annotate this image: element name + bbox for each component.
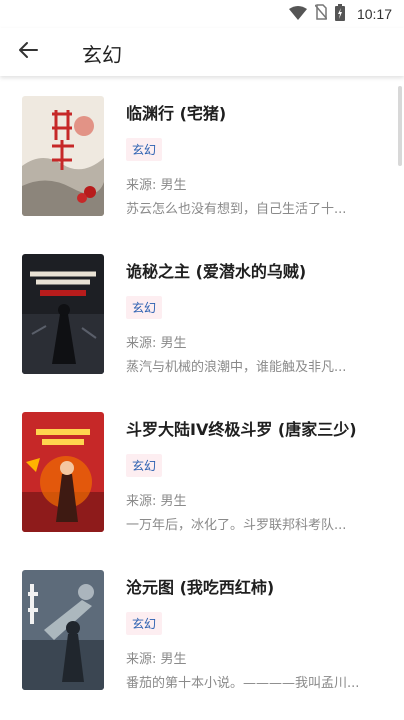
book-item[interactable]: 诡秘之主 (爱潜水的乌贼) 玄幻 来源: 男生 蒸汽与机械的浪潮中，谁能触及非凡… bbox=[0, 234, 392, 384]
book-source: 来源: 男生 bbox=[126, 336, 187, 351]
book-list[interactable]: 临渊行 (宅猪) 玄幻 来源: 男生 苏云怎么也没有想到，自己生活了十... 诡… bbox=[0, 76, 404, 720]
book-title: 沧元图 (我吃西红柿) bbox=[126, 578, 275, 597]
battery-icon bbox=[334, 3, 345, 25]
status-icons: 10:17 bbox=[288, 3, 392, 25]
book-source: 来源: 男生 bbox=[126, 652, 187, 667]
page-title: 玄幻 bbox=[82, 43, 122, 67]
status-bar: 10:17 bbox=[0, 0, 404, 28]
book-description: 蒸汽与机械的浪潮中，谁能触及非凡... bbox=[126, 360, 347, 375]
no-sim-icon bbox=[314, 4, 328, 24]
app-bar: 玄幻 bbox=[0, 28, 404, 76]
wifi-icon bbox=[288, 5, 307, 24]
back-button[interactable] bbox=[14, 38, 42, 66]
book-cover bbox=[22, 570, 104, 690]
genre-tag: 玄幻 bbox=[126, 454, 163, 477]
arrow-left-icon bbox=[18, 41, 38, 63]
book-title: 斗罗大陆IV终极斗罗 (唐家三少) bbox=[126, 420, 357, 439]
book-cover bbox=[22, 412, 104, 532]
book-description: 一万年后，冰化了。斗罗联邦科考队... bbox=[126, 518, 347, 533]
genre-tag: 玄幻 bbox=[126, 612, 163, 635]
book-source: 来源: 男生 bbox=[126, 494, 187, 509]
book-description: 苏云怎么也没有想到，自己生活了十... bbox=[126, 202, 347, 217]
scrollbar[interactable] bbox=[398, 86, 402, 166]
status-time: 10:17 bbox=[356, 6, 392, 22]
book-title: 临渊行 (宅猪) bbox=[126, 104, 227, 123]
book-cover bbox=[22, 254, 104, 374]
genre-tag: 玄幻 bbox=[126, 296, 163, 319]
book-source: 来源: 男生 bbox=[126, 178, 187, 193]
book-description: 番茄的第十本小说。————我叫孟川... bbox=[126, 676, 360, 691]
book-title: 诡秘之主 (爱潜水的乌贼) bbox=[126, 262, 307, 281]
genre-tag: 玄幻 bbox=[126, 138, 163, 161]
book-item[interactable]: 斗罗大陆IV终极斗罗 (唐家三少) 玄幻 来源: 男生 一万年后，冰化了。斗罗联… bbox=[0, 392, 392, 542]
book-item[interactable]: 临渊行 (宅猪) 玄幻 来源: 男生 苏云怎么也没有想到，自己生活了十... bbox=[0, 76, 392, 226]
book-item[interactable]: 沧元图 (我吃西红柿) 玄幻 来源: 男生 番茄的第十本小说。————我叫孟川.… bbox=[0, 550, 392, 700]
book-cover bbox=[22, 96, 104, 216]
